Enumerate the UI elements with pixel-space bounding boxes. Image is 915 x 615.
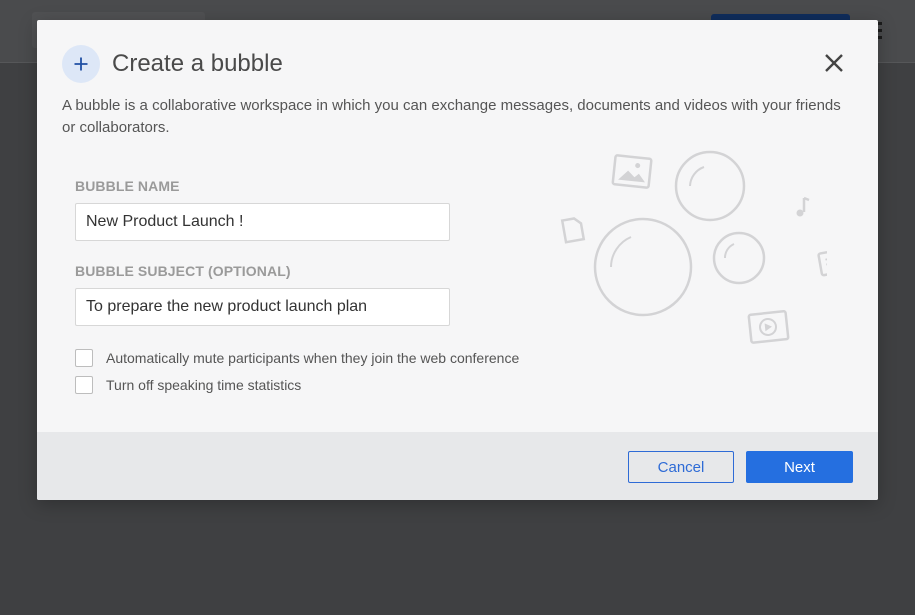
create-bubble-dialog: Create a bubble A bubble is a collaborat…: [37, 20, 878, 500]
bubbles-illustration: [560, 150, 827, 344]
bubble-subject-label: BUBBLE SUBJECT (OPTIONAL): [75, 263, 291, 279]
dialog-description: A bubble is a collaborative workspace in…: [62, 97, 841, 136]
dialog-header: Create a bubble: [62, 45, 283, 83]
bubble-name-input[interactable]: [75, 203, 450, 241]
speaking-stats-label: Turn off speaking time statistics: [106, 377, 302, 393]
bubble-subject-input[interactable]: [75, 288, 450, 326]
close-button[interactable]: [821, 50, 847, 76]
cancel-button[interactable]: Cancel: [628, 451, 734, 483]
mute-participants-option[interactable]: Automatically mute participants when the…: [75, 349, 519, 367]
dialog-footer: Cancel Next: [37, 432, 878, 500]
dialog-title: Create a bubble: [112, 50, 283, 77]
next-button[interactable]: Next: [746, 451, 853, 483]
plus-icon: [62, 45, 100, 83]
bubble-name-label: BUBBLE NAME: [75, 178, 180, 194]
mute-participants-checkbox[interactable]: [75, 349, 93, 367]
mute-participants-label: Automatically mute participants when the…: [106, 350, 520, 366]
speaking-stats-checkbox[interactable]: [75, 376, 93, 394]
speaking-stats-option[interactable]: Turn off speaking time statistics: [75, 376, 301, 394]
close-icon: [825, 54, 843, 72]
